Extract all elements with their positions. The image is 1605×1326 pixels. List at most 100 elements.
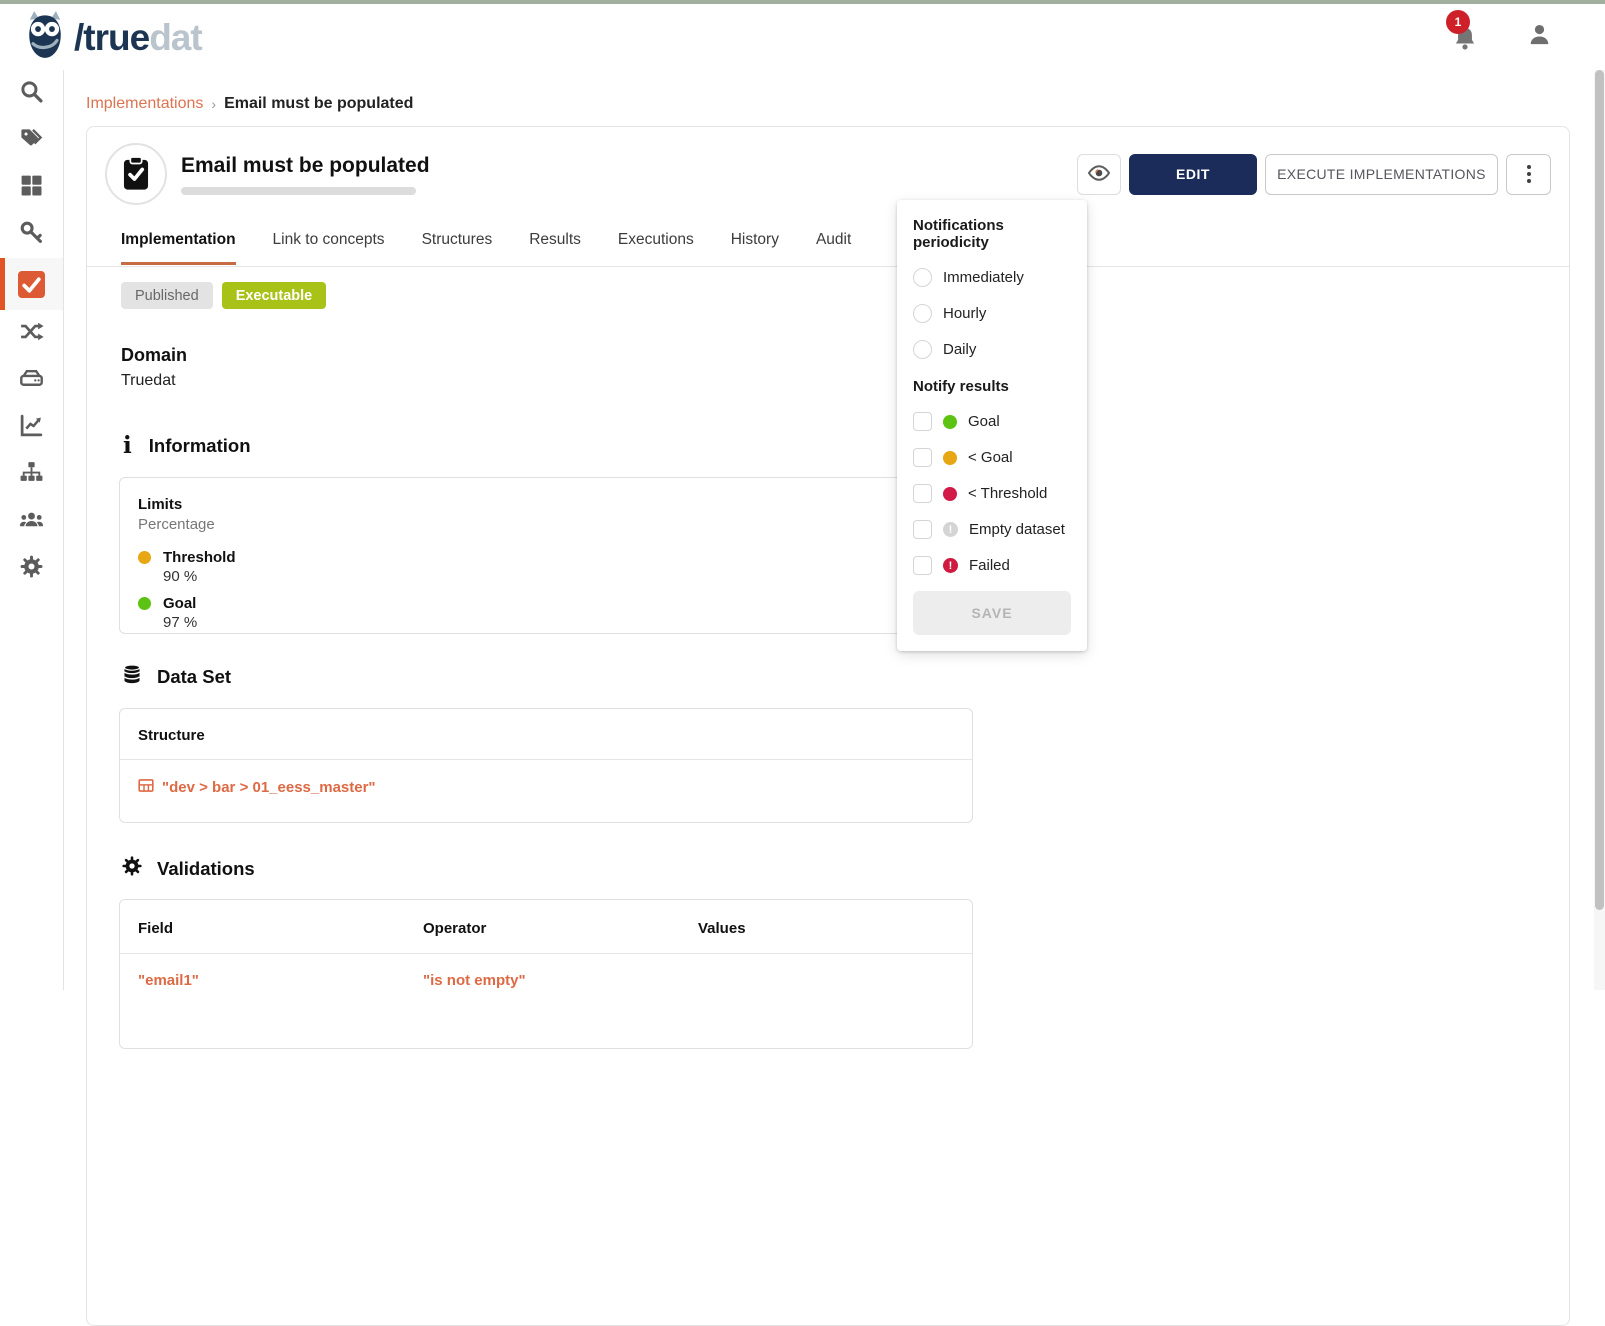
validation-values [698, 954, 954, 1009]
dataset-section-title: Data Set [157, 666, 231, 688]
checkbox-icon[interactable] [913, 556, 932, 575]
more-options-button[interactable] [1506, 154, 1551, 195]
sidebar-item-taxonomy[interactable] [0, 451, 63, 498]
execute-implementations-button[interactable]: EXECUTE IMPLEMENTATIONS [1265, 154, 1498, 195]
logo-wordmark: /truedat [74, 19, 202, 56]
sidebar-item-tags[interactable] [0, 117, 63, 164]
below-threshold-status-dot-icon [943, 487, 957, 501]
sidebar-item-quality[interactable] [0, 258, 63, 310]
tab-history[interactable]: History [731, 231, 779, 265]
status-badge: Published [121, 282, 213, 309]
structure-link[interactable]: "dev > bar > 01_eess_master" [120, 760, 972, 815]
kebab-menu-icon [1527, 165, 1531, 169]
title-progress-bar [181, 187, 416, 195]
notify-option-below-goal[interactable]: < Goal [913, 448, 1071, 467]
truedat-logo[interactable]: /truedat [22, 10, 202, 65]
tab-bar: Implementation Link to concepts Structur… [121, 231, 1569, 266]
goal-value: 97 % [163, 614, 954, 631]
tab-audit[interactable]: Audit [816, 231, 851, 265]
info-icon: i [123, 434, 132, 457]
column-field: Field [138, 900, 423, 953]
tab-structures[interactable]: Structures [422, 231, 493, 265]
breadcrumb-separator: › [211, 96, 216, 112]
validation-field: "email1" [138, 954, 423, 1009]
information-section-title: Information [149, 435, 251, 457]
notify-option-goal[interactable]: Goal [913, 412, 1071, 431]
checkbox-icon[interactable] [913, 520, 932, 539]
column-operator: Operator [423, 900, 698, 953]
notify-option-failed[interactable]: ! Failed [913, 556, 1071, 575]
column-values: Values [698, 900, 954, 953]
notification-count-badge: 1 [1446, 10, 1470, 34]
radio-icon[interactable] [913, 304, 932, 323]
sidebar-item-permissions[interactable] [0, 211, 63, 258]
sidebar-item-systems[interactable] [0, 357, 63, 404]
line-chart-icon [19, 413, 44, 443]
domain-value: Truedat [121, 372, 1569, 390]
validations-section-title: Validations [157, 858, 255, 880]
tab-results[interactable]: Results [529, 231, 581, 265]
grid-icon [19, 173, 44, 203]
database-icon [121, 662, 143, 691]
validations-panel: Field Operator Values "email1" "is not e… [119, 899, 973, 1049]
sidebar-item-modules[interactable] [0, 164, 63, 211]
breadcrumb-implementations-link[interactable]: Implementations [86, 95, 203, 113]
key-icon [19, 220, 44, 250]
gear-icon [19, 554, 44, 584]
sidebar-item-search[interactable] [0, 70, 63, 117]
table-icon [138, 778, 154, 797]
user-menu-button[interactable] [1526, 21, 1553, 53]
periodicity-option-daily[interactable]: Daily [913, 340, 1071, 359]
validations-gear-icon [121, 855, 143, 882]
watch-notifications-button[interactable] [1077, 154, 1121, 195]
implementation-avatar [105, 143, 167, 205]
checkbox-icon[interactable] [913, 412, 932, 431]
threshold-label: Threshold [163, 549, 236, 566]
implementation-card: Email must be populated EDIT EXECUTE IMP… [86, 126, 1570, 1326]
save-button[interactable]: SAVE [913, 591, 1071, 635]
search-icon [19, 79, 44, 109]
limits-title: Limits [138, 496, 954, 513]
owl-logo-icon [22, 10, 68, 65]
sidebar [0, 70, 64, 990]
goal-label: Goal [163, 595, 196, 612]
radio-icon[interactable] [913, 268, 932, 287]
hard-drive-icon [19, 366, 44, 396]
breadcrumb: Implementations › Email must be populate… [86, 95, 1594, 113]
tab-executions[interactable]: Executions [618, 231, 694, 265]
validation-operator: "is not empty" [423, 954, 698, 1009]
validations-table-header: Field Operator Values [120, 900, 972, 953]
periodicity-option-immediately[interactable]: Immediately [913, 268, 1071, 287]
page-title: Email must be populated [181, 154, 430, 178]
empty-dataset-warning-icon: ! [943, 522, 958, 537]
radio-icon[interactable] [913, 340, 932, 359]
periodicity-title: Notifications periodicity [913, 217, 1071, 251]
sidebar-item-lineage[interactable] [0, 310, 63, 357]
main-content: Implementations › Email must be populate… [64, 70, 1594, 990]
scrollbar-thumb[interactable] [1595, 70, 1604, 910]
goal-dot-icon [138, 597, 151, 610]
executable-badge: Executable [222, 282, 327, 309]
checkbox-icon[interactable] [913, 448, 932, 467]
sidebar-item-users[interactable] [0, 498, 63, 545]
checkbox-icon[interactable] [913, 484, 932, 503]
notify-results-title: Notify results [913, 378, 1071, 395]
threshold-value: 90 % [163, 568, 954, 585]
limits-subtitle: Percentage [138, 516, 954, 533]
periodicity-option-hourly[interactable]: Hourly [913, 304, 1071, 323]
tab-link-to-concepts[interactable]: Link to concepts [273, 231, 385, 265]
notifications-bell-button[interactable]: 1 [1452, 22, 1478, 52]
notify-option-empty-dataset[interactable]: ! Empty dataset [913, 520, 1071, 539]
check-square-icon [18, 271, 45, 298]
edit-button[interactable]: EDIT [1129, 154, 1257, 195]
sidebar-item-dashboards[interactable] [0, 404, 63, 451]
sidebar-item-settings[interactable] [0, 545, 63, 592]
validation-row: "email1" "is not empty" [120, 954, 972, 1009]
limits-panel: Limits Percentage Threshold 90 % Goal 97… [119, 477, 973, 634]
tab-implementation[interactable]: Implementation [121, 231, 236, 265]
page-scrollbar[interactable] [1594, 70, 1605, 990]
notify-option-below-threshold[interactable]: < Threshold [913, 484, 1071, 503]
users-icon [19, 507, 44, 537]
notifications-dropdown: Notifications periodicity Immediately Ho… [897, 200, 1087, 651]
tags-icon [19, 126, 44, 156]
